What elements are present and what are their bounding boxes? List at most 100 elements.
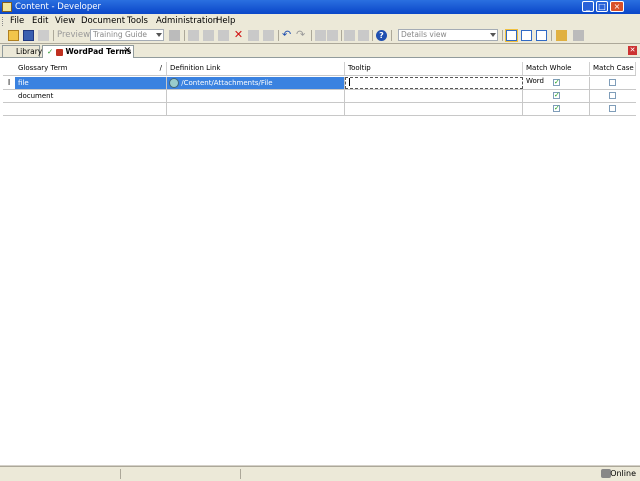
menu-document[interactable]: Document — [81, 16, 125, 26]
checkbox-match-case[interactable] — [609, 105, 616, 112]
cell-match-whole-word[interactable]: ✓ — [523, 90, 590, 102]
table-row[interactable]: I file /Content/Attachments/File ✓ — [3, 77, 636, 90]
checkbox-match-case[interactable] — [609, 79, 616, 86]
cell-match-case[interactable] — [590, 77, 636, 89]
indent-icon[interactable] — [315, 30, 326, 41]
menu-administration[interactable]: Administration — [156, 16, 218, 26]
status-divider — [240, 469, 241, 479]
layout-horizontal-icon[interactable] — [521, 30, 532, 41]
open-icon[interactable] — [8, 30, 19, 41]
close-button[interactable]: × — [610, 1, 624, 12]
toolbar: Preview Training Guide ✕ ↶ ↷ ? Details v… — [0, 28, 640, 44]
filter-icon[interactable] — [358, 30, 369, 41]
redo-icon[interactable]: ↷ — [296, 29, 307, 41]
cell-match-case[interactable] — [590, 90, 636, 102]
cell-match-whole-word[interactable]: ✓ — [523, 103, 590, 115]
save-icon[interactable] — [23, 30, 34, 41]
table-row[interactable]: document ✓ — [3, 90, 636, 103]
cell-tooltip-editing[interactable] — [345, 77, 523, 89]
menu-view[interactable]: View — [55, 16, 75, 26]
app-icon — [2, 2, 12, 12]
sort-indicator-icon: / — [159, 64, 162, 72]
row-edit-indicator: I — [7, 78, 11, 87]
definition-link-text: /Content/Attachments/File — [181, 79, 273, 87]
table-row-new[interactable]: ✓ — [3, 103, 636, 116]
close-tab-icon[interactable]: ✕ — [123, 46, 131, 57]
glossary-grid-area: Glossary Term / Definition Link Tooltip … — [0, 58, 640, 465]
tab-wordpad-terms-label: WordPad Terms — [65, 47, 132, 56]
help-icon[interactable]: ? — [376, 30, 387, 41]
tab-library-label: Library — [16, 47, 43, 56]
title-bar: Content - Developer _ □ × — [0, 0, 640, 14]
minimize-button[interactable]: _ — [582, 1, 594, 12]
view-select[interactable]: Details view — [398, 29, 498, 41]
menu-file[interactable]: File — [10, 16, 24, 26]
document-icon — [55, 48, 63, 56]
toolbar-separator — [372, 30, 373, 41]
checkbox-match-whole-word[interactable]: ✓ — [553, 92, 560, 99]
refresh-icon[interactable] — [263, 30, 274, 41]
checkbox-match-whole-word[interactable]: ✓ — [553, 79, 560, 86]
cell-tooltip[interactable] — [345, 103, 523, 115]
layout-single-icon[interactable] — [505, 29, 518, 42]
column-header-tooltip[interactable]: Tooltip — [345, 62, 523, 75]
cell-definition-link[interactable] — [167, 90, 345, 102]
checkbox-match-whole-word[interactable]: ✓ — [553, 105, 560, 112]
cell-glossary-term[interactable]: file — [15, 77, 167, 89]
header-divider — [3, 75, 636, 76]
delete-icon[interactable]: ✕ — [233, 29, 244, 41]
print-icon[interactable] — [38, 30, 49, 41]
cell-tooltip[interactable] — [345, 90, 523, 102]
column-header-definition-link[interactable]: Definition Link — [167, 62, 345, 75]
undo-icon[interactable]: ↶ — [282, 29, 293, 41]
text-cursor — [349, 78, 350, 86]
maximize-button[interactable]: □ — [596, 1, 608, 12]
find-icon[interactable] — [344, 30, 355, 41]
menu-grip — [2, 17, 6, 26]
guide-select[interactable]: Training Guide — [90, 29, 164, 41]
cell-glossary-term[interactable]: document — [15, 90, 167, 102]
copy-icon[interactable] — [203, 30, 214, 41]
toolbar-separator — [502, 30, 503, 41]
link-icon — [169, 78, 179, 88]
toolbar-separator — [341, 30, 342, 41]
toolbar-separator — [391, 30, 392, 41]
status-divider — [120, 469, 121, 479]
properties-icon[interactable] — [169, 30, 180, 41]
window-title: Content - Developer — [15, 2, 101, 12]
check-icon: ✓ — [47, 47, 54, 56]
rename-icon[interactable] — [248, 30, 259, 41]
tab-wordpad-terms[interactable]: ✓ WordPad Terms ✕ — [42, 45, 134, 58]
paste-icon[interactable] — [218, 30, 229, 41]
document-tabs: Library ✓ WordPad Terms ✕ ✕ — [0, 44, 640, 58]
menu-bar: File Edit View Document Tools Administra… — [0, 14, 640, 29]
column-header-label: Glossary Term — [18, 64, 68, 72]
cell-match-whole-word[interactable]: ✓ — [523, 77, 590, 89]
chevron-down-icon — [490, 33, 496, 37]
toolbar-separator — [551, 30, 552, 41]
cell-definition-link[interactable] — [167, 103, 345, 115]
column-header-glossary-term[interactable]: Glossary Term / — [15, 62, 167, 75]
toolbar-separator — [184, 30, 185, 41]
status-bar: Online — [0, 466, 640, 481]
status-online: Online — [610, 469, 636, 478]
column-header-match-case[interactable]: Match Case — [590, 62, 636, 75]
outdent-icon[interactable] — [327, 30, 338, 41]
layout-vertical-icon[interactable] — [536, 30, 547, 41]
preview-button[interactable]: Preview — [57, 30, 90, 40]
window-icon[interactable] — [556, 30, 567, 41]
menu-help[interactable]: Help — [216, 16, 235, 26]
menu-edit[interactable]: Edit — [32, 16, 48, 26]
cell-definition-link[interactable]: /Content/Attachments/File — [167, 77, 345, 89]
checkbox-match-case[interactable] — [609, 92, 616, 99]
cell-match-case[interactable] — [590, 103, 636, 115]
view-select-value: Details view — [401, 30, 447, 39]
cell-glossary-term[interactable] — [15, 103, 167, 115]
menu-tools[interactable]: Tools — [127, 16, 148, 26]
column-header-match-whole-word[interactable]: Match Whole Word — [523, 62, 590, 85]
tab-library[interactable]: Library — [2, 45, 43, 57]
chevron-down-icon — [156, 33, 162, 37]
sync-icon[interactable] — [573, 30, 584, 41]
close-document-icon[interactable]: ✕ — [628, 46, 637, 55]
cut-icon[interactable] — [188, 30, 199, 41]
